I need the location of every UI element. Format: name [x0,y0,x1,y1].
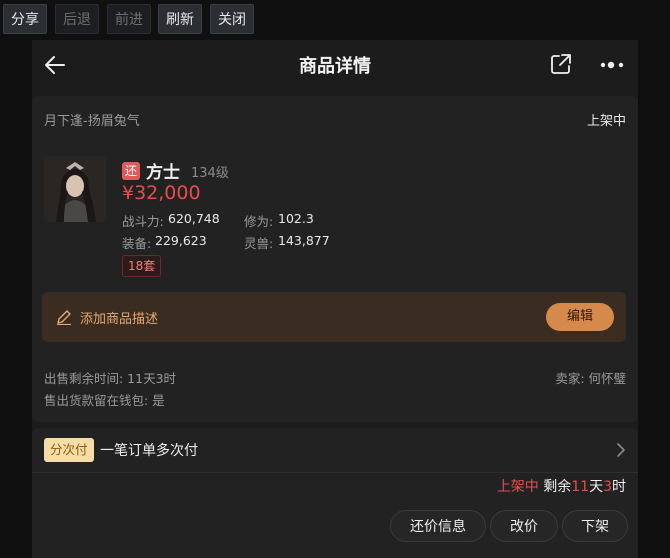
share-button[interactable]: 分享 [3,4,47,34]
pet-label: 灵兽: [244,236,274,251]
server-name: 月下逢-扬眉兔气 [44,114,140,129]
listing-card: 月下逢-扬眉兔气 上架中 还 方士 134级 ¥32,000 战斗力: 620,… [32,96,638,422]
browser-toolbar: 分享 后退 前进 刷新 关闭 [0,0,670,40]
combat-power-label: 战斗力: [122,214,164,229]
remaining-prefix: 剩余 [543,479,572,495]
page-header: 商品详情 [32,40,638,90]
sets-badge: 18套 [122,255,162,277]
combat-power-value: 620,748 [168,211,220,226]
installment-card: 分次付 一笔订单多次付 上架中 剩余11天3时 还价信息 改价 下架 [32,428,638,558]
hour-unit: 时 [612,479,626,495]
character-class: 方士 [146,163,180,183]
share-external-icon[interactable] [550,53,572,75]
more-dots-icon[interactable] [600,60,626,70]
chevron-right-icon[interactable] [616,442,626,458]
seller-name: 卖家: 何怀璧 [555,371,626,386]
counter-offer-button[interactable]: 还价信息 [390,510,486,542]
equipment-label: 装备: [122,236,152,251]
listing-remaining-status: 上架中 剩余11天3时 [497,476,626,496]
day-unit: 天 [589,479,604,495]
sale-remaining-time: 出售剩余时间: 11天3时 [44,371,177,386]
refresh-button[interactable]: 刷新 [158,4,202,34]
close-button[interactable]: 关闭 [210,4,254,34]
equipment-value: 229,623 [155,233,207,248]
detail-panel: 商品详情 月下逢-扬眉兔气 上架中 还 方士 134级 ¥32,000 战斗力:… [32,40,638,558]
cultivation-label: 修为: [244,214,274,229]
wallet-setting: 售出货款留在钱包: 是 [44,393,165,408]
change-price-button[interactable]: 改价 [490,510,558,542]
installment-badge: 分次付 [44,438,94,462]
character-avatar[interactable] [44,156,106,222]
add-description-label: 添加商品描述 [80,312,159,327]
delist-button[interactable]: 下架 [562,510,628,542]
back-button[interactable]: 后退 [55,4,99,34]
add-description-bar[interactable]: 添加商品描述 编辑 [42,292,626,342]
page-title: 商品详情 [299,56,371,77]
installment-row[interactable]: 一笔订单多次付 [100,440,198,460]
cultivation-value: 102.3 [278,211,314,226]
remaining-hours: 3 [603,479,612,495]
listing-price: ¥32,000 [122,182,201,204]
edit-button[interactable]: 编辑 [546,303,614,331]
pencil-icon [57,310,71,325]
pet-value: 143,877 [278,233,330,248]
huan-badge: 还 [122,162,140,180]
remaining-days: 11 [571,479,590,495]
listing-status: 上架中 [586,114,626,129]
status-text: 上架中 [496,479,539,495]
character-level: 134级 [191,166,229,181]
forward-button[interactable]: 前进 [107,4,151,34]
divider [32,472,638,473]
